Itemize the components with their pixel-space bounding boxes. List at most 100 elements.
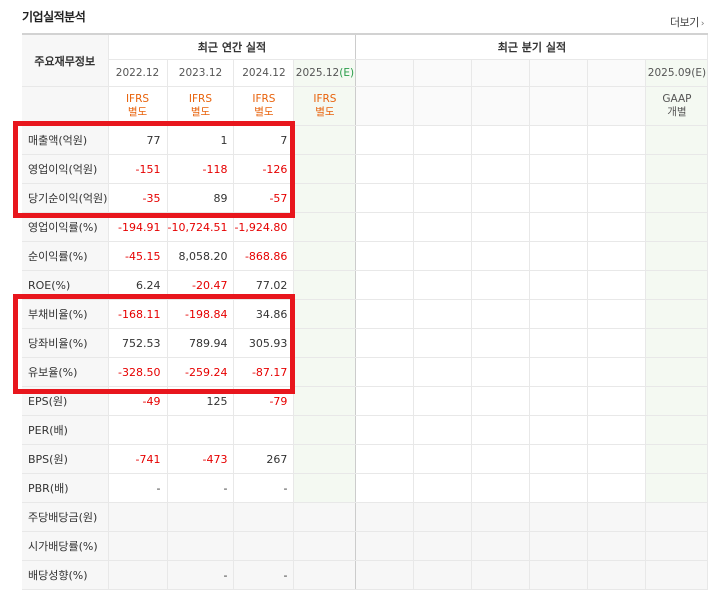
quarter-cell [529, 270, 589, 300]
value-cell-estimate [293, 154, 357, 184]
quarter-cell-estimate [645, 125, 709, 155]
quarter-cell [587, 357, 647, 387]
value-cell-estimate [293, 357, 357, 387]
value-cell [167, 502, 235, 532]
quarter-cell [529, 473, 589, 503]
value-cell-estimate [293, 212, 357, 242]
value-cell-estimate [293, 270, 357, 300]
quarter-cell [471, 241, 531, 271]
value-cell: -741 [108, 444, 168, 474]
quarter-cell [529, 241, 589, 271]
table-row: BPS(원) -741 -473 267 [22, 444, 709, 474]
value-cell [167, 531, 235, 561]
quarter-cell [413, 502, 473, 532]
quarter-standard-empty [413, 86, 473, 126]
quarter-cell [355, 386, 415, 416]
value-cell-estimate [293, 386, 357, 416]
quarter-cell [587, 531, 647, 561]
quarter-cell [355, 125, 415, 155]
quarter-cell [355, 415, 415, 445]
quarter-cell [413, 154, 473, 184]
quarter-period-empty [529, 59, 589, 87]
quarter-cell [587, 241, 647, 271]
table-row: 시가배당률(%) [22, 531, 709, 561]
quarter-cell-estimate [645, 444, 709, 474]
value-cell [108, 502, 168, 532]
value-cell-estimate [293, 125, 357, 155]
quarter-cell [355, 154, 415, 184]
quarter-cell [355, 241, 415, 271]
value-cell-estimate [293, 328, 357, 358]
quarter-standard: GAAP 개별 [645, 86, 709, 126]
quarter-period-empty [413, 59, 473, 87]
quarter-cell-estimate [645, 473, 709, 503]
quarter-cell [471, 183, 531, 213]
quarter-cell [529, 183, 589, 213]
value-cell: -868.86 [233, 241, 295, 271]
quarter-cell [355, 183, 415, 213]
value-cell: - [233, 560, 295, 590]
more-link[interactable]: 더보기 › [670, 14, 705, 30]
table-row: PER(배) [22, 415, 709, 445]
value-cell: - [167, 560, 235, 590]
value-cell: -473 [167, 444, 235, 474]
quarter-period-empty [471, 59, 531, 87]
quarter-cell-estimate [645, 299, 709, 329]
quarter-cell [529, 212, 589, 242]
quarter-cell [413, 531, 473, 561]
quarter-cell [529, 502, 589, 532]
more-label: 더보기 [670, 16, 699, 29]
quarter-cell [471, 473, 531, 503]
value-cell-estimate [293, 444, 357, 474]
annual-standard: IFRS 별도 [167, 86, 235, 126]
annual-standard: IFRS 별도 [108, 86, 168, 126]
highlight-box-stability [13, 294, 295, 394]
quarter-cell [529, 299, 589, 329]
value-cell: - [167, 473, 235, 503]
quarter-cell [355, 444, 415, 474]
value-cell-estimate [293, 502, 357, 532]
row-label: 순이익률(%) [22, 241, 109, 271]
quarter-cell [471, 386, 531, 416]
quarter-cell-estimate [645, 386, 709, 416]
quarter-cell-estimate [645, 241, 709, 271]
quarter-group-header: 최근 분기 실적 [355, 33, 709, 60]
quarter-cell [587, 328, 647, 358]
quarter-cell [587, 212, 647, 242]
value-cell [108, 531, 168, 561]
section-title: 기업실적분석 [22, 10, 86, 24]
quarter-cell [413, 473, 473, 503]
value-cell: - [233, 473, 295, 503]
quarter-cell [587, 560, 647, 590]
quarter-cell [355, 531, 415, 561]
value-cell [108, 415, 168, 445]
value-cell-estimate [293, 241, 357, 271]
quarter-cell [355, 560, 415, 590]
row-label: PER(배) [22, 415, 109, 445]
quarter-cell [413, 444, 473, 474]
quarter-cell-estimate [645, 415, 709, 445]
row-label-header: 주요재무정보 [22, 33, 109, 87]
annual-group-header: 최근 연간 실적 [108, 33, 357, 60]
value-cell-estimate [293, 531, 357, 561]
value-cell-estimate [293, 473, 357, 503]
annual-period-estimate: 2025.12(E) [293, 59, 357, 87]
quarter-cell-estimate [645, 328, 709, 358]
quarter-cell [413, 386, 473, 416]
quarter-period-empty [587, 59, 647, 87]
quarter-cell [587, 502, 647, 532]
quarter-cell-estimate [645, 560, 709, 590]
quarter-cell [529, 444, 589, 474]
quarter-cell [471, 212, 531, 242]
value-cell: 267 [233, 444, 295, 474]
quarter-cell-estimate [645, 270, 709, 300]
quarter-cell [529, 531, 589, 561]
quarter-cell [355, 328, 415, 358]
quarter-cell [355, 270, 415, 300]
annual-period: 2024.12 [233, 59, 295, 87]
quarter-cell [413, 560, 473, 590]
value-cell: 8,058.20 [167, 241, 235, 271]
chevron-right-icon: › [700, 19, 705, 29]
quarter-cell [413, 241, 473, 271]
quarter-cell-estimate [645, 154, 709, 184]
